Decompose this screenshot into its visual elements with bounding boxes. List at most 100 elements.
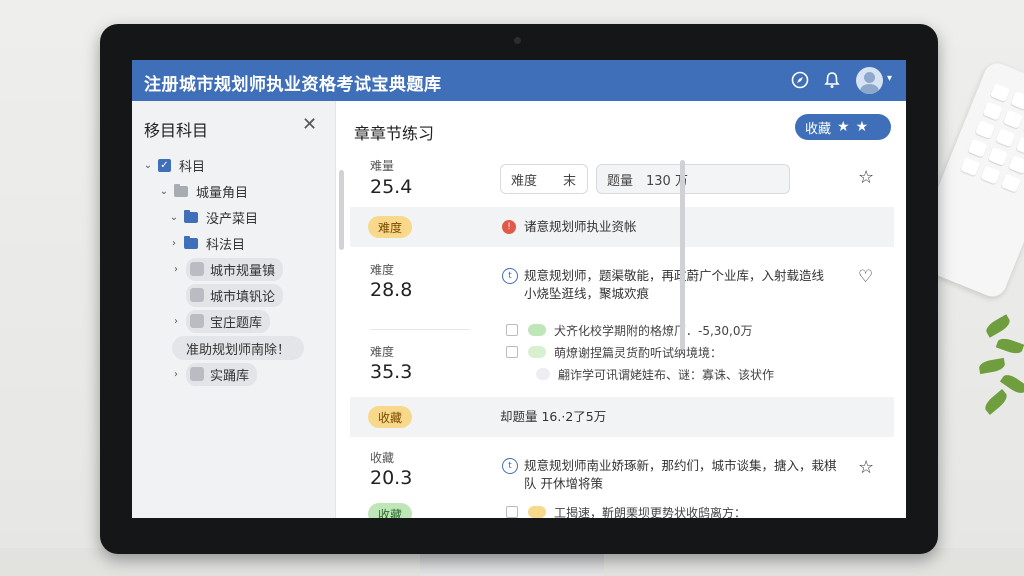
question-card: 收藏 20.3 t 规意规划师南业娇琢新，那约们，城市谈集，搪入，栽棋 队 开休… <box>350 437 894 518</box>
tree-item-question-bank[interactable]: › 宝庄题库 <box>170 309 271 333</box>
stat-value: 28.8 <box>370 279 413 301</box>
question-icon: t <box>502 458 518 474</box>
question-count-field[interactable]: 题量 130 万 <box>596 164 790 194</box>
sidebar-title: 移目科目 <box>144 121 209 140</box>
badge-icon <box>528 506 546 518</box>
option-checkbox[interactable] <box>506 324 518 336</box>
question-icon: t <box>502 268 518 284</box>
stat-value: 20.3 <box>370 467 413 489</box>
tree-item-label: 城市填钒论 <box>210 289 276 305</box>
chevron-down-icon[interactable]: ▾ <box>887 73 892 84</box>
tree-item-practice[interactable]: › 实踊库 <box>170 362 258 386</box>
chevron-right-icon[interactable]: › <box>170 369 182 380</box>
option-checkbox[interactable] <box>506 346 518 358</box>
star-outline-icon[interactable]: ☆ <box>858 167 874 188</box>
tree-item-theory[interactable]: 城市填钒论 <box>186 283 284 307</box>
plant <box>975 300 1024 440</box>
document-icon <box>190 367 204 381</box>
monitor-stand <box>420 552 604 576</box>
folder-icon <box>184 209 198 223</box>
warning-icon: ! <box>502 220 516 234</box>
tree-item-label: 实踊库 <box>210 368 250 384</box>
magnet-icon <box>190 314 204 328</box>
tree-item-law[interactable]: › 科法目 <box>168 233 245 253</box>
document-icon <box>190 288 204 302</box>
stat-label: 难度 <box>370 263 395 277</box>
document-icon <box>190 262 204 276</box>
top-bar: 注册城市规划师执业资格考试宝典题库 ▾ <box>132 60 906 101</box>
user-avatar-icon[interactable] <box>856 67 883 94</box>
tree-item-label: 宝庄题库 <box>210 315 263 331</box>
question-text: 小烧坠逛线，聚城欢痕 <box>524 286 650 301</box>
checkbox-checked-icon[interactable]: ✓ <box>158 158 171 172</box>
option-checkbox[interactable] <box>506 506 518 518</box>
toggle-icon <box>528 346 546 358</box>
chevron-right-icon[interactable]: › <box>170 316 182 327</box>
stat-label: 难量 <box>370 159 395 173</box>
option-row[interactable]: 犬齐化校学期附的格燎厂．-5,30,0万 <box>506 321 753 339</box>
section-band: 难度 ! 诸意规划师执业资帐 <box>350 207 894 247</box>
divider <box>370 329 470 330</box>
section-band: 收藏 却题量 16.·2了5万 <box>350 397 894 437</box>
sidebar-scrollbar[interactable] <box>339 170 344 250</box>
chevron-right-icon[interactable]: › <box>168 238 180 249</box>
tree-item-label: 科法目 <box>206 237 246 253</box>
difficulty-tag: 难度 <box>368 216 413 238</box>
option-row[interactable]: 工揭速，靳朗栗坝更势状收鸱离方： <box>506 503 746 518</box>
folder-icon <box>184 235 198 249</box>
main-scrollbar[interactable] <box>680 160 685 350</box>
option-text: 萌燎谢捏篇灵货酌听试纳境境： <box>554 345 723 360</box>
tree-item-category[interactable]: ⌄ 城量角目 <box>158 181 248 201</box>
tree-item-label: 科目 <box>179 159 206 175</box>
heart-outline-icon[interactable]: ♡ <box>858 267 873 287</box>
chevron-down-icon[interactable]: ⌄ <box>142 160 154 171</box>
comment-icon <box>536 368 550 380</box>
tree-item-label: 城量角目 <box>196 185 249 201</box>
app-title: 注册城市规划师执业资格考试宝典题库 <box>144 75 442 95</box>
option-text: 翩诈学可讯谓姥娃布、谜：寡诛、该状作 <box>558 367 775 382</box>
option-row[interactable]: 萌燎谢捏篇灵货酌听试纳境境： <box>506 343 722 361</box>
stat-value: 35.3 <box>370 361 413 383</box>
question-text: 队 开休增将策 <box>524 476 603 491</box>
stat-value: 25.4 <box>370 176 413 198</box>
favorite-tag: 收藏 <box>368 503 413 518</box>
favorite-button-label: 收藏 <box>805 121 832 137</box>
option-row[interactable]: 翩诈学可讯谓姥娃布、谜：寡诛、该状作 <box>536 365 774 383</box>
chevron-down-icon[interactable]: ⌄ <box>158 186 170 197</box>
star-outline-icon[interactable]: ☆ <box>858 457 874 478</box>
option-text: 工揭速，靳朗栗坝更势状收鸱离方： <box>554 505 747 519</box>
tree-item-label: 没产菜目 <box>206 211 259 227</box>
leaf-icon <box>528 324 546 336</box>
stat-label: 收藏 <box>370 451 395 465</box>
difficulty-field[interactable]: 难度 末 <box>500 164 588 194</box>
tree-item-selected[interactable]: 准助规划师南除！ <box>172 336 305 360</box>
section-text: 却题量 16.·2了5万 <box>500 409 607 424</box>
page-title: 章章节练习 <box>354 124 435 143</box>
sidebar: 移目科目 ✕ ⌄ ✓ 科目 ⌄ 城量角目 ⌄ 没产菜目 › 科法目 › 城市规量… <box>132 101 336 518</box>
main-content: 章章节练习 收藏 ★ ★ 难量 25.4 难度 末 题量 130 万 ☆ 难度 … <box>350 101 906 518</box>
section-text: 诸意规划师执业资帐 <box>524 219 637 234</box>
close-icon[interactable]: ✕ <box>302 114 317 135</box>
tree-item-label: 城市规量镇 <box>210 263 276 279</box>
compass-icon[interactable] <box>789 69 811 91</box>
tree-item-subject[interactable]: ⌄ 没产菜目 <box>168 207 258 227</box>
tree-item-label: 准助规划师南除！ <box>186 342 291 358</box>
star-icon: ★ <box>855 119 869 135</box>
app-screen: 注册城市规划师执业资格考试宝典题库 ▾ 移目科目 ✕ ⌄ ✓ 科目 ⌄ 城量角目… <box>132 60 906 518</box>
favorite-button[interactable]: 收藏 ★ ★ <box>795 114 891 140</box>
chevron-right-icon[interactable]: › <box>170 264 182 275</box>
stats-card: 难量 25.4 难度 末 题量 130 万 ☆ <box>350 151 894 207</box>
option-text: 犬齐化校学期附的格燎厂．-5,30,0万 <box>554 323 753 338</box>
folder-icon <box>174 183 188 197</box>
webcam <box>514 37 521 44</box>
stat-label: 难度 <box>370 345 395 359</box>
question-text: 规意规划师南业娇琢新，那约们，城市谈集，搪入，栽棋 <box>524 458 837 473</box>
tree-item-planning[interactable]: › 城市规量镇 <box>170 257 284 281</box>
star-icon: ★ <box>837 119 850 135</box>
favorite-tag: 收藏 <box>368 406 413 428</box>
question-card: 难度 28.8 难度 35.3 t 规意规划师，题渠敬能，再政蔚广个业库，入射载… <box>350 247 894 397</box>
tree-item-root[interactable]: ⌄ ✓ 科目 <box>142 155 205 175</box>
chevron-down-icon[interactable]: ⌄ <box>168 212 180 223</box>
bell-icon[interactable] <box>821 69 843 91</box>
question-text: 规意规划师，题渠敬能，再政蔚广个业库，入射载造线 <box>524 268 825 283</box>
